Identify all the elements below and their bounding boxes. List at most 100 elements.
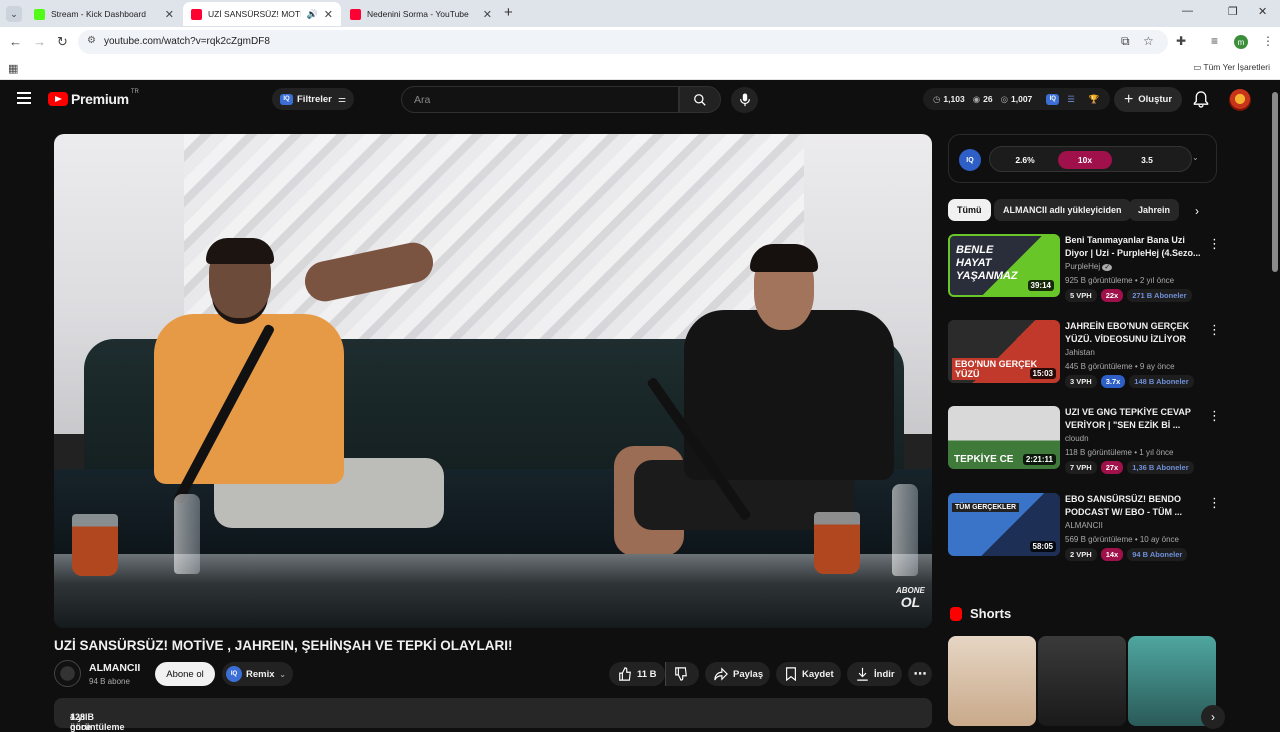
back-icon[interactable]: ← [9, 34, 22, 49]
shorts-next-button[interactable]: › [1201, 705, 1225, 729]
recommendation-item[interactable]: EBO'NUN GERÇEK YÜZÜ 15:03 JAHREİN EBO'NU… [948, 320, 1221, 400]
close-tab-icon[interactable]: ✕ [165, 8, 174, 21]
account-avatar[interactable] [1229, 89, 1251, 111]
close-tab-icon[interactable]: ✕ [324, 8, 333, 21]
notifications-button[interactable] [1193, 91, 1209, 113]
share-button[interactable]: Paylaş [705, 662, 770, 686]
browser-tab-nedenini-sorma[interactable]: Nedenini Sorma - YouTube ✕ [342, 2, 500, 26]
page-scrollbar[interactable] [1270, 80, 1280, 720]
more-options-icon[interactable]: ⋮ [1208, 236, 1221, 252]
video-thumbnail[interactable]: BENLE HAYAT YAŞANMAZ 39:14 [948, 234, 1060, 297]
video-thumbnail[interactable]: TEPKİYE CE 2:21:11 [948, 406, 1060, 469]
video-player[interactable]: ABONE OL [54, 134, 932, 628]
close-tab-icon[interactable]: ✕ [483, 8, 492, 21]
voice-search-button[interactable] [731, 87, 758, 113]
tab-from-uploader[interactable]: ALMANCII adlı yükleyiciden [994, 199, 1131, 221]
watermark-line2: OL [900, 594, 921, 610]
more-options-icon[interactable]: ⋮ [1208, 408, 1221, 424]
iq-icon: IQ [1046, 93, 1060, 105]
thumbnail-text: TÜM GERÇEKLER [952, 503, 1020, 512]
filters-label: Filtreler [297, 93, 332, 105]
chevron-down-icon[interactable]: ⌄ [1192, 153, 1199, 162]
metric-badges: 7 VPH 27x 1,36 B Aboneler [1065, 461, 1194, 474]
video-thumbnail[interactable]: TÜM GERÇEKLER 58:05 [948, 493, 1060, 556]
url-field[interactable]: ⚙ youtube.com/watch?v=rqk2cZgmDF8 [78, 30, 1168, 54]
chevron-right-icon[interactable]: › [1195, 204, 1199, 218]
browser-menu-icon[interactable]: ⋮ [1262, 34, 1274, 48]
channel-name[interactable]: ALMANCII [89, 662, 140, 674]
duration-badge: 2:21:11 [1022, 454, 1056, 465]
scrollbar-thumb[interactable] [1272, 92, 1278, 272]
search-placeholder: Ara [414, 94, 431, 106]
download-button[interactable]: İndir [847, 662, 902, 686]
recommendation-item[interactable]: TEPKİYE CE 2:21:11 UZI VE GNG TEPKİYE CE… [948, 406, 1221, 486]
iq-icon: IQ [280, 93, 293, 105]
more-options-icon[interactable]: ⋮ [1208, 495, 1221, 511]
list-icon: ☰ [1067, 93, 1075, 104]
recommendation-item[interactable]: TÜM GERÇEKLER 58:05 EBO SANSÜRSÜZ! BENDO… [948, 493, 1221, 573]
reload-icon[interactable]: ↻ [57, 34, 68, 50]
recommendation-item[interactable]: BENLE HAYAT YAŞANMAZ 39:14 Beni Tanımaya… [948, 234, 1221, 314]
minimize-icon[interactable]: — [1182, 5, 1193, 17]
metric-badges: 5 VPH 22x 271 B Aboneler [1065, 289, 1192, 302]
all-bookmarks-link[interactable]: ▭ Tüm Yer İşaretleri [1193, 62, 1270, 73]
subscribe-watermark[interactable]: ABONE OL [896, 586, 925, 609]
more-options-icon[interactable]: ⋮ [1208, 322, 1221, 338]
tab-jahrein[interactable]: Jahrein [1129, 199, 1180, 221]
share-icon [714, 667, 728, 681]
bookmark-star-icon[interactable]: ☆ [1143, 34, 1154, 48]
dislike-button[interactable] [665, 662, 699, 686]
tab-all[interactable]: Tümü [948, 199, 991, 221]
short-thumbnail[interactable] [948, 636, 1036, 726]
site-info-icon[interactable]: ⚙ [87, 35, 96, 46]
search-button[interactable] [679, 86, 721, 113]
subscribers-badge: 94 B Aboneler [1127, 548, 1188, 561]
bell-icon [1193, 91, 1209, 108]
iq-icon: IQ [226, 666, 242, 682]
duration-badge: 15:03 [1029, 368, 1056, 379]
speaker-icon[interactable]: 🔊 [307, 9, 318, 20]
vph-badge: 7 VPH [1065, 461, 1097, 474]
channel-stats-pill[interactable]: ◷ 1,103 ◉ 26 ◎ 1,007 IQ ☰ 🏆 [923, 88, 1110, 110]
iq-chip-multiplier: 10x [1058, 151, 1112, 169]
extensions-icon[interactable]: ✚ [1176, 34, 1186, 48]
shorts-icon [950, 606, 962, 621]
view-icon: ◎ [1000, 93, 1009, 104]
hamburger-menu-icon[interactable] [17, 92, 31, 104]
all-bookmarks-label: Tüm Yer İşaretleri [1203, 62, 1270, 72]
duration-badge: 58:05 [1029, 541, 1056, 552]
more-actions-icon[interactable]: ⋯ [908, 662, 932, 686]
browser-tab-kick[interactable]: Stream - Kick Dashboard ✕ [26, 2, 182, 26]
youtube-logo[interactable]: Premium TR [48, 89, 139, 107]
browser-tab-uzi[interactable]: UZİ SANSÜRSÜZ! MOTİVE 🔊 ✕ [183, 2, 341, 26]
install-app-icon[interactable]: ⧉ [1121, 34, 1130, 49]
url-text: youtube.com/watch?v=rqk2cZgmDF8 [104, 36, 270, 47]
filters-button[interactable]: IQ Filtreler ⚌ [272, 88, 354, 110]
channel-avatar[interactable] [54, 660, 81, 687]
forward-icon[interactable]: → [33, 34, 46, 49]
remix-button[interactable]: IQ Remix ⌄ [222, 662, 293, 686]
channel-name: Jahistan [1065, 348, 1095, 357]
create-button[interactable]: + Oluştur [1114, 87, 1182, 112]
stat-watch-value: 1,103 [943, 94, 965, 104]
search-input[interactable]: Ara [401, 86, 679, 113]
save-button[interactable]: Kaydet [776, 662, 841, 686]
video-thumbnail[interactable]: EBO'NUN GERÇEK YÜZÜ 15:03 [948, 320, 1060, 383]
multiplier-badge: 3.7x [1100, 375, 1126, 388]
media-controls-icon[interactable]: ≡ [1211, 34, 1218, 48]
new-tab-button[interactable]: + [504, 4, 513, 21]
thumbnail-text: BENLE HAYAT YAŞANMAZ [956, 244, 1018, 282]
close-window-icon[interactable]: ✕ [1258, 5, 1267, 18]
like-button[interactable]: 11 B [609, 662, 665, 686]
video-meta: 925 B görüntüleme • 2 yıl önce [1065, 276, 1175, 285]
tab-search-button[interactable]: ⌄ [6, 6, 22, 22]
restore-icon[interactable]: ❐ [1228, 5, 1238, 18]
subscribe-button[interactable]: Abone ol [155, 662, 215, 686]
short-thumbnail[interactable] [1038, 636, 1126, 726]
vph-badge: 3 VPH [1065, 375, 1097, 388]
water-bottle [174, 494, 200, 574]
apps-grid-icon[interactable]: ▦ [8, 62, 18, 75]
profile-avatar[interactable]: m [1234, 35, 1248, 49]
description-box[interactable]: 428 B görüntüleme 1 yıl önce [54, 698, 932, 732]
iq-chip-percent: 2.6% [1015, 155, 1035, 165]
